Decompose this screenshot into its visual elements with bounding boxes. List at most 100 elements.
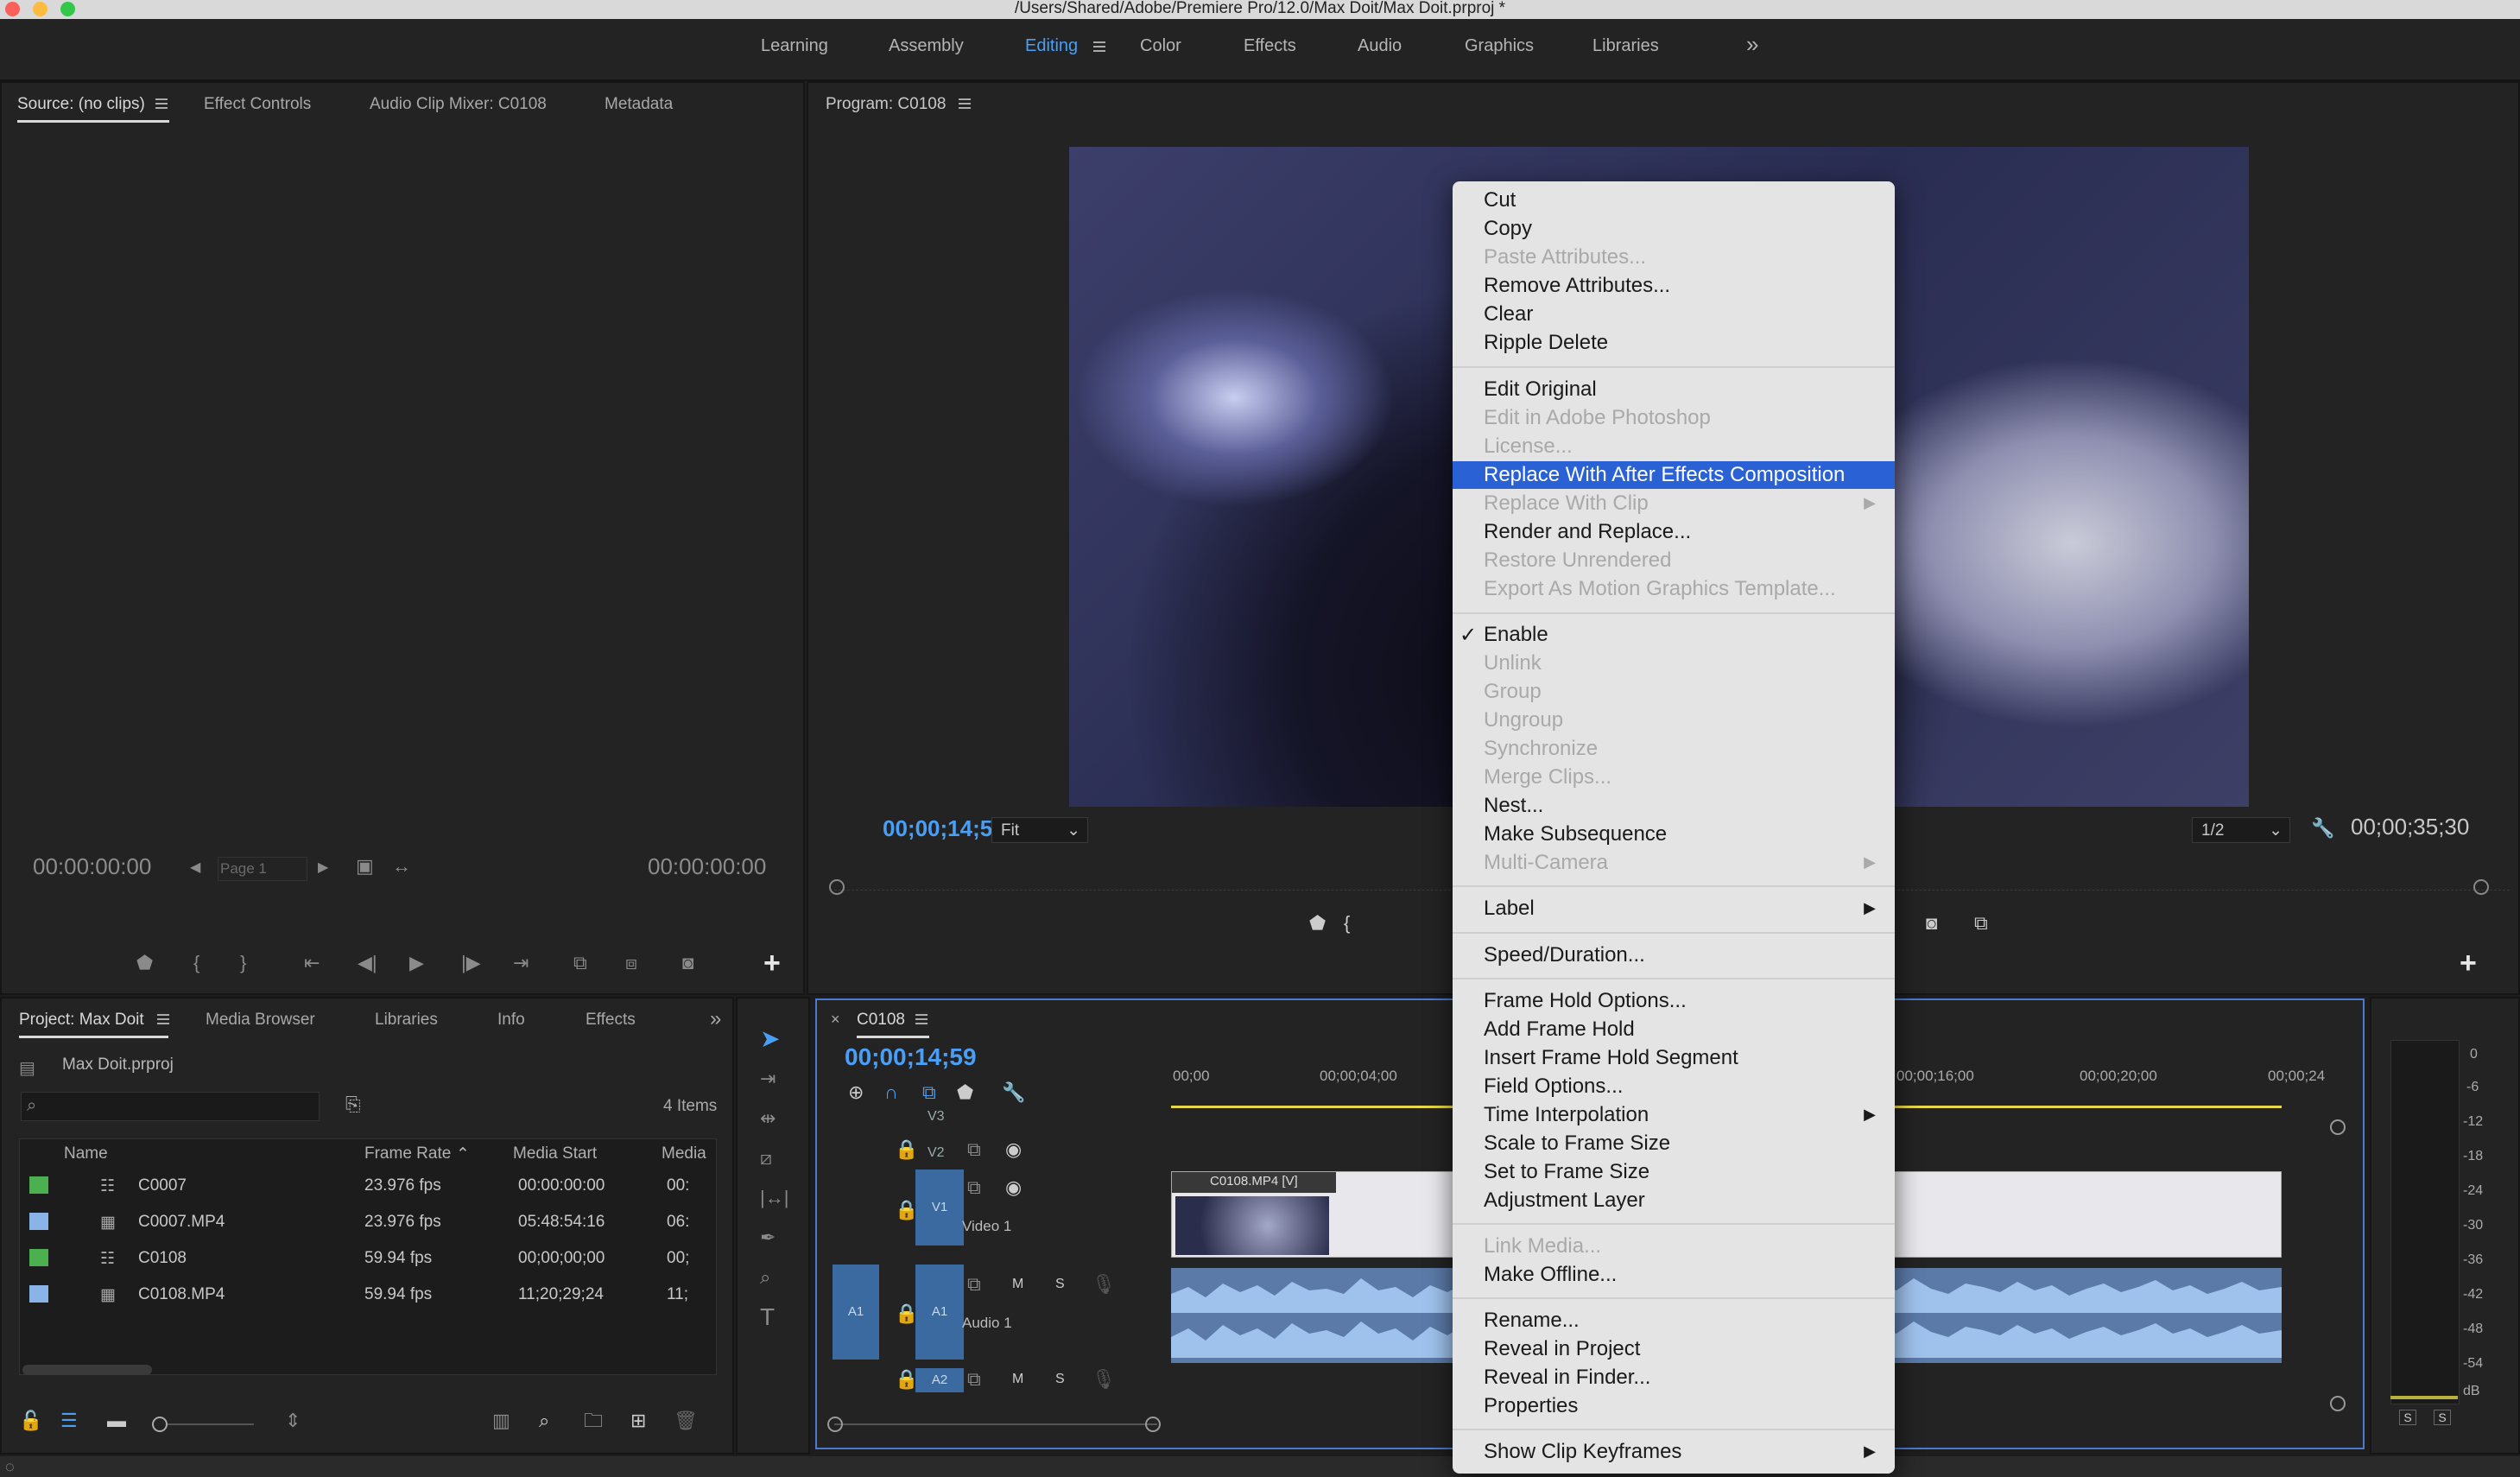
menu-make-offline[interactable]: Make Offline...: [1484, 1263, 1617, 1287]
tab-media-browser[interactable]: Media Browser: [206, 1011, 315, 1030]
menu-reveal-in-finder[interactable]: Reveal in Finder...: [1484, 1366, 1650, 1390]
menu-edit-original[interactable]: Edit Original: [1484, 377, 1597, 402]
menu-synchronize[interactable]: Synchronize: [1484, 737, 1598, 761]
list-item[interactable]: ▦ C0108.MP4 59.94 fps 11;20;29;24 11;: [19, 1277, 701, 1313]
track-v2-label[interactable]: V2: [928, 1145, 945, 1161]
go-to-out-icon[interactable]: ⇥: [513, 954, 529, 973]
tab-effects[interactable]: Effects: [586, 1011, 636, 1030]
vertical-scroll-handle[interactable]: [2330, 1119, 2346, 1135]
prev-page-icon[interactable]: ◀: [190, 859, 200, 878]
workspace-color[interactable]: Color: [1140, 36, 1181, 56]
sync-lock-icon[interactable]: ⧉: [967, 1178, 981, 1197]
microphone-icon[interactable]: 🎙: [1092, 1370, 1116, 1389]
eye-icon[interactable]: ◉: [1005, 1178, 1022, 1197]
menu-link-media[interactable]: Link Media...: [1484, 1234, 1601, 1258]
list-item[interactable]: ▦ C0007.MP4 23.976 fps 05:48:54:16 06:: [19, 1204, 701, 1240]
workspace-libraries[interactable]: Libraries: [1592, 36, 1659, 56]
compare-view-icon[interactable]: ⧉: [1974, 914, 1988, 933]
solo-right-button[interactable]: S: [2434, 1410, 2451, 1425]
wrench-icon[interactable]: 🔧: [1002, 1083, 1025, 1102]
workspace-learning[interactable]: Learning: [761, 36, 828, 56]
menu-remove-attributes[interactable]: Remove Attributes...: [1484, 274, 1670, 298]
ripple-edit-tool-icon[interactable]: ⇹: [760, 1109, 776, 1128]
workspace-assembly[interactable]: Assembly: [889, 36, 964, 56]
menu-scale-to-frame-size[interactable]: Scale to Frame Size: [1484, 1132, 1670, 1156]
pen-tool-icon[interactable]: ✒: [760, 1228, 776, 1247]
menu-copy[interactable]: Copy: [1484, 217, 1532, 241]
insert-icon[interactable]: ⧉: [573, 954, 587, 973]
export-frame-icon[interactable]: ◙: [1926, 914, 1937, 933]
list-item[interactable]: ☷ C0007 23.976 fps 00:00:00:00 00:: [19, 1168, 701, 1204]
menu-field-options[interactable]: Field Options...: [1484, 1074, 1623, 1099]
zoom-tool-icon[interactable]: ⌕: [760, 1268, 770, 1287]
program-playhead-timecode[interactable]: 00;00;14;59: [883, 815, 1005, 842]
workspace-graphics[interactable]: Graphics: [1465, 36, 1534, 56]
close-sequence-icon[interactable]: ×: [831, 1011, 840, 1029]
menu-multi-camera[interactable]: Multi-Camera: [1484, 851, 1608, 875]
menu-insert-frame-hold-segment[interactable]: Insert Frame Hold Segment: [1484, 1046, 1738, 1070]
label-color-swatch[interactable]: [29, 1213, 48, 1230]
menu-nest[interactable]: Nest...: [1484, 794, 1543, 818]
lock-icon[interactable]: 🔒: [895, 1304, 918, 1323]
timeline-menu-icon[interactable]: [915, 1014, 928, 1024]
track-audio1-name[interactable]: Audio 1: [962, 1315, 1012, 1332]
eye-icon[interactable]: ◉: [1005, 1140, 1022, 1159]
menu-frame-hold-options[interactable]: Frame Hold Options...: [1484, 989, 1687, 1013]
fit-icon[interactable]: ↔: [392, 857, 411, 876]
sync-lock-icon[interactable]: ⧉: [967, 1140, 981, 1159]
menu-speed-duration[interactable]: Speed/Duration...: [1484, 943, 1645, 967]
menu-paste-attributes[interactable]: Paste Attributes...: [1484, 245, 1646, 269]
source-timecode-in[interactable]: 00:00:00:00: [33, 853, 151, 880]
playback-resolution-dropdown[interactable]: 1/2 ⌄: [2192, 817, 2290, 843]
tab-libraries[interactable]: Libraries: [375, 1011, 438, 1030]
menu-ripple-delete[interactable]: Ripple Delete: [1484, 331, 1608, 355]
label-color-swatch[interactable]: [29, 1249, 48, 1266]
razor-tool-icon[interactable]: ⧄: [760, 1149, 772, 1168]
source-a1-chip[interactable]: A1: [833, 1265, 879, 1360]
menu-add-frame-hold[interactable]: Add Frame Hold: [1484, 1017, 1635, 1042]
slip-tool-icon[interactable]: |↔|: [760, 1189, 788, 1208]
workspace-menu-icon[interactable]: [1093, 41, 1105, 52]
linked-selection-icon[interactable]: ⧉: [922, 1083, 936, 1102]
menu-reveal-in-project[interactable]: Reveal in Project: [1484, 1337, 1640, 1361]
program-panel-menu-icon[interactable]: [959, 98, 971, 109]
menu-render-and-replace[interactable]: Render and Replace...: [1484, 520, 1691, 544]
timeline-zoom-track[interactable]: [834, 1423, 1157, 1425]
zoom-slider-track[interactable]: [168, 1423, 254, 1425]
track-select-tool-icon[interactable]: ⇥: [760, 1069, 776, 1088]
overwrite-icon[interactable]: ⧈: [625, 954, 637, 973]
tab-info[interactable]: Info: [497, 1011, 525, 1030]
mute-button[interactable]: M: [1012, 1372, 1023, 1387]
solo-button[interactable]: S: [1055, 1372, 1065, 1387]
column-media[interactable]: Media: [662, 1144, 706, 1163]
menu-rename[interactable]: Rename...: [1484, 1309, 1580, 1333]
timeline-playhead-timecode[interactable]: 00;00;14;59: [845, 1043, 977, 1071]
column-frame-rate[interactable]: Frame Rate: [364, 1144, 451, 1163]
tab-effect-controls[interactable]: Effect Controls: [204, 95, 311, 114]
menu-replace-with-clip[interactable]: Replace With Clip: [1484, 491, 1649, 516]
workspace-effects[interactable]: Effects: [1244, 36, 1296, 56]
go-to-in-icon[interactable]: ⇤: [304, 954, 320, 973]
tab-project[interactable]: Project: Max Doit: [19, 1011, 168, 1038]
menu-enable[interactable]: Enable: [1484, 623, 1548, 647]
page-selector[interactable]: Page 1: [218, 857, 307, 881]
column-media-start[interactable]: Media Start: [513, 1144, 597, 1163]
nest-toggle-icon[interactable]: ⊕: [848, 1083, 864, 1102]
track-a1-chip[interactable]: A1: [915, 1265, 964, 1360]
column-name[interactable]: Name: [64, 1144, 108, 1163]
menu-export-motion-graphics-template[interactable]: Export As Motion Graphics Template...: [1484, 577, 1836, 601]
tab-sequence[interactable]: C0108: [857, 1011, 929, 1038]
timeline-zoom-end[interactable]: [1145, 1417, 1161, 1432]
workspace-audio[interactable]: Audio: [1358, 36, 1402, 56]
list-item[interactable]: ☷ C0108 59.94 fps 00;00;00;00 00;: [19, 1240, 701, 1277]
vertical-scroll-handle[interactable]: [2330, 1396, 2346, 1411]
menu-label[interactable]: Label: [1484, 897, 1535, 921]
zoom-slider-handle[interactable]: [152, 1417, 168, 1432]
microphone-icon[interactable]: 🎙: [1092, 1275, 1116, 1294]
project-panel-menu-icon[interactable]: [157, 1014, 169, 1024]
export-frame-icon[interactable]: ◙: [682, 954, 693, 973]
new-item-icon[interactable]: ⊞: [630, 1411, 646, 1430]
lock-icon[interactable]: 🔒: [895, 1140, 918, 1159]
menu-merge-clips[interactable]: Merge Clips...: [1484, 765, 1611, 789]
next-page-icon[interactable]: ▶: [318, 859, 328, 878]
